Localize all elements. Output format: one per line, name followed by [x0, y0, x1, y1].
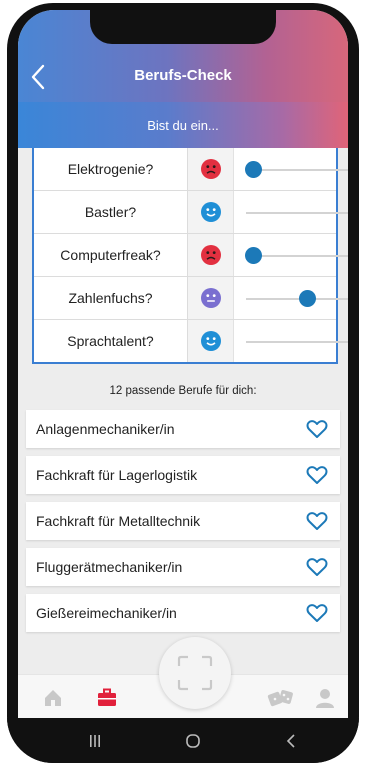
- mood-cell: [188, 320, 234, 362]
- briefcase-icon: [98, 688, 116, 706]
- quiz-subtitle: Bist du ein...: [147, 118, 219, 133]
- back-chevron-icon: [286, 734, 295, 748]
- job-card[interactable]: Fluggerätmechaniker/in: [26, 548, 340, 586]
- heart-icon[interactable]: [306, 465, 328, 485]
- job-card[interactable]: Fachkraft für Metalltechnik: [26, 502, 340, 540]
- sad-face-icon: [201, 245, 221, 265]
- android-back-button[interactable]: [282, 732, 302, 750]
- quiz-label: Bastler?: [34, 191, 188, 233]
- profile-icon: [316, 689, 334, 708]
- quiz-label: Sprachtalent?: [34, 320, 188, 362]
- mood-cell: [188, 277, 234, 319]
- tab-jobs[interactable]: [96, 687, 118, 709]
- job-title: Anlagenmechaniker/in: [36, 421, 175, 437]
- happy-face-icon: [201, 202, 221, 222]
- scan-button[interactable]: [159, 637, 231, 709]
- quiz-label: Elektrogenie?: [34, 148, 188, 190]
- android-home-button[interactable]: [183, 732, 203, 750]
- slider-track[interactable]: [246, 298, 348, 300]
- mood-cell: [188, 191, 234, 233]
- recent-apps-button[interactable]: [85, 732, 105, 750]
- heart-icon[interactable]: [306, 511, 328, 531]
- mood-cell: [188, 148, 234, 190]
- slider-knob[interactable]: [299, 290, 316, 307]
- quiz-row: Bastler?: [34, 191, 348, 234]
- tab-games[interactable]: [266, 687, 296, 709]
- home-icon: [45, 690, 61, 706]
- tab-home[interactable]: [42, 687, 64, 709]
- happy-face-icon: [201, 331, 221, 351]
- job-card[interactable]: Gießereimechaniker/in: [26, 594, 340, 632]
- phone-frame: Berufs-Check Bist du ein... Elektrogenie…: [7, 3, 359, 763]
- slider-track[interactable]: [246, 341, 348, 343]
- slider-knob[interactable]: [245, 247, 262, 264]
- neutral-face-icon: [201, 288, 221, 308]
- dice-icon: [267, 690, 293, 707]
- recent-apps-icon: [90, 735, 100, 747]
- sad-face-icon: [201, 159, 221, 179]
- camera-notch: [90, 10, 276, 44]
- job-card[interactable]: Fachkraft für Lagerlogistik: [26, 456, 340, 494]
- job-card[interactable]: Anlagenmechaniker/in: [26, 410, 340, 448]
- slider-track[interactable]: [246, 212, 348, 214]
- mood-cell: [188, 234, 234, 276]
- page-title: Berufs-Check: [134, 67, 232, 84]
- heart-icon[interactable]: [306, 557, 328, 577]
- results-count: 12 passende Berufe für dich:: [109, 385, 257, 397]
- home-circle-icon: [186, 734, 200, 748]
- quiz-row: Sprachtalent?: [34, 320, 348, 363]
- quiz-row: Computerfreak?: [34, 234, 348, 277]
- quiz-label: Computerfreak?: [34, 234, 188, 276]
- quiz-label: Zahlenfuchs?: [34, 277, 188, 319]
- scan-icon: [177, 655, 213, 691]
- quiz-row: Zahlenfuchs?: [34, 277, 348, 320]
- app-screen: Berufs-Check Bist du ein... Elektrogenie…: [18, 10, 348, 718]
- heart-icon[interactable]: [306, 419, 328, 439]
- slider-knob[interactable]: [245, 161, 262, 178]
- tab-profile[interactable]: [314, 687, 336, 709]
- job-title: Fluggerätmechaniker/in: [36, 559, 183, 575]
- job-title: Fachkraft für Lagerlogistik: [36, 467, 198, 483]
- job-title: Fachkraft für Metalltechnik: [36, 513, 201, 529]
- android-nav-bar: [7, 718, 359, 763]
- quiz-row: Elektrogenie?: [34, 148, 348, 191]
- job-title: Gießereimechaniker/in: [36, 605, 177, 621]
- heart-icon[interactable]: [306, 603, 328, 623]
- quiz-panel: Elektrogenie? Bastler? Computerfreak? Zahle…: [32, 148, 348, 364]
